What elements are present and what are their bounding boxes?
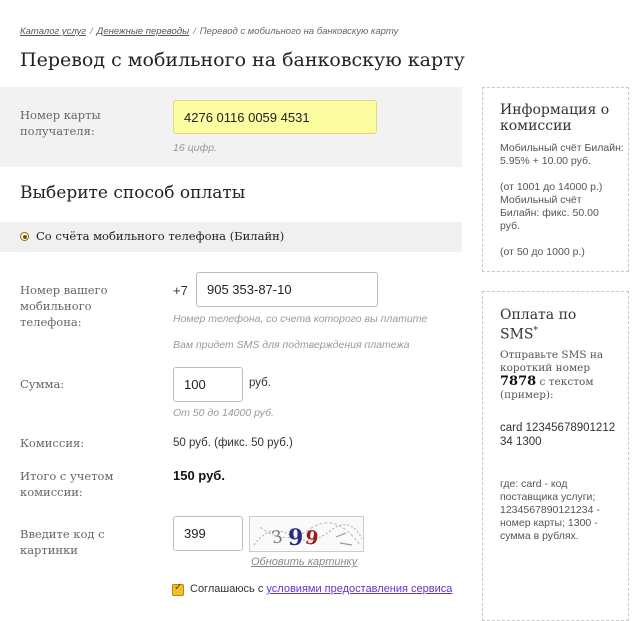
sms-intro-text: Отправьте SMS на короткий номер — [500, 349, 604, 374]
sms-panel-footnote-mark: * — [533, 326, 539, 336]
commission-info-title: Информация о комиссии — [500, 102, 610, 134]
commission-label: Комиссия: — [20, 436, 85, 450]
sms-panel-intro: Отправьте SMS на короткий номер 7878 с т… — [500, 349, 608, 402]
captcha-value: 399 — [184, 526, 206, 541]
commission-info-rate-2: Мобильный счёт Билайн: фикс. 50.00 руб. — [500, 194, 599, 232]
phone-hint: Номер телефона, со счета которого вы пла… — [173, 313, 428, 325]
total-value: 150 руб. — [173, 468, 225, 483]
sms-example: card 1234567890121234 1300 — [500, 422, 616, 448]
sms-explanation: где: card - код поставщика услуги; 12345… — [500, 478, 600, 542]
svg-text:9: 9 — [304, 526, 320, 550]
card-number-value: 4276 0116 0059 4531 — [184, 109, 310, 125]
commission-info-rate-1: Мобильный счёт Билайн: 5.95% + 10.00 руб… — [500, 142, 624, 167]
captcha-input[interactable]: 399 — [173, 516, 243, 551]
breadcrumb-link-catalog[interactable]: Каталог услуг — [20, 26, 86, 37]
page-title: Перевод с мобильного на банковскую карту — [20, 49, 465, 71]
breadcrumb-separator: / — [193, 26, 196, 37]
commission-value: 50 руб. (фикс. 50 руб.) — [173, 437, 293, 449]
amount-input[interactable]: 100 — [173, 367, 243, 402]
breadcrumb-link-transfers[interactable]: Денежные переводы — [97, 26, 189, 37]
sms-short-number: 7878 — [500, 374, 537, 389]
phone-input[interactable]: 905 353-87-10 — [196, 272, 378, 307]
phone-sms-hint: Вам придет SMS для подтверждения платежа — [173, 339, 410, 351]
card-number-hint: 16 цифр. — [173, 142, 217, 154]
amount-unit: руб. — [249, 377, 271, 389]
payment-method-option[interactable]: Со счёта мобильного телефона (Билайн) — [36, 229, 284, 243]
payment-method-radio[interactable] — [20, 232, 29, 241]
agreement-label: Соглашаюсь с — [190, 583, 264, 595]
amount-label: Сумма: — [20, 377, 65, 391]
phone-prefix: +7 — [173, 283, 188, 298]
payment-method-title: Выберите способ оплаты — [20, 183, 246, 203]
commission-info-range-2: (от 50 до 1000 р.) — [500, 246, 585, 258]
agreement-text: Соглашаюсь с условиями предоставления се… — [190, 583, 452, 595]
amount-hint: От 50 до 14000 руб. — [173, 407, 274, 419]
refresh-captcha-link[interactable]: Обновить картинку — [251, 556, 357, 568]
captcha-image: 3 9 9 — [249, 516, 364, 552]
breadcrumb-current: Перевод с мобильного на банковскую карту — [199, 26, 399, 37]
phone-label: Номер вашего мобильного телефона: — [20, 283, 108, 329]
sms-panel-title-text: Оплата по SMS — [500, 307, 577, 343]
agreement-checkbox[interactable] — [172, 582, 184, 596]
card-number-label: Номер карты получателя: — [20, 108, 101, 138]
svg-text:9: 9 — [288, 525, 303, 551]
sms-panel-title: Оплата по SMS* — [500, 307, 600, 343]
commission-info-range-1: (от 1001 до 14000 р.) — [500, 181, 603, 193]
amount-value: 100 — [184, 377, 206, 392]
total-label: Итого с учетом комиссии: — [20, 469, 114, 499]
card-number-input[interactable]: 4276 0116 0059 4531 — [173, 100, 377, 134]
phone-value: 905 353-87-10 — [207, 282, 292, 297]
captcha-label: Введите код с картинки — [20, 527, 105, 557]
terms-link[interactable]: условиями предоставления сервиса — [266, 583, 452, 595]
breadcrumb-separator: / — [90, 26, 93, 37]
svg-text:3: 3 — [270, 527, 285, 549]
breadcrumb: Каталог услуг / Денежные переводы / Перевод … — [20, 26, 398, 37]
captcha-picture: 3 9 9 — [253, 522, 363, 551]
